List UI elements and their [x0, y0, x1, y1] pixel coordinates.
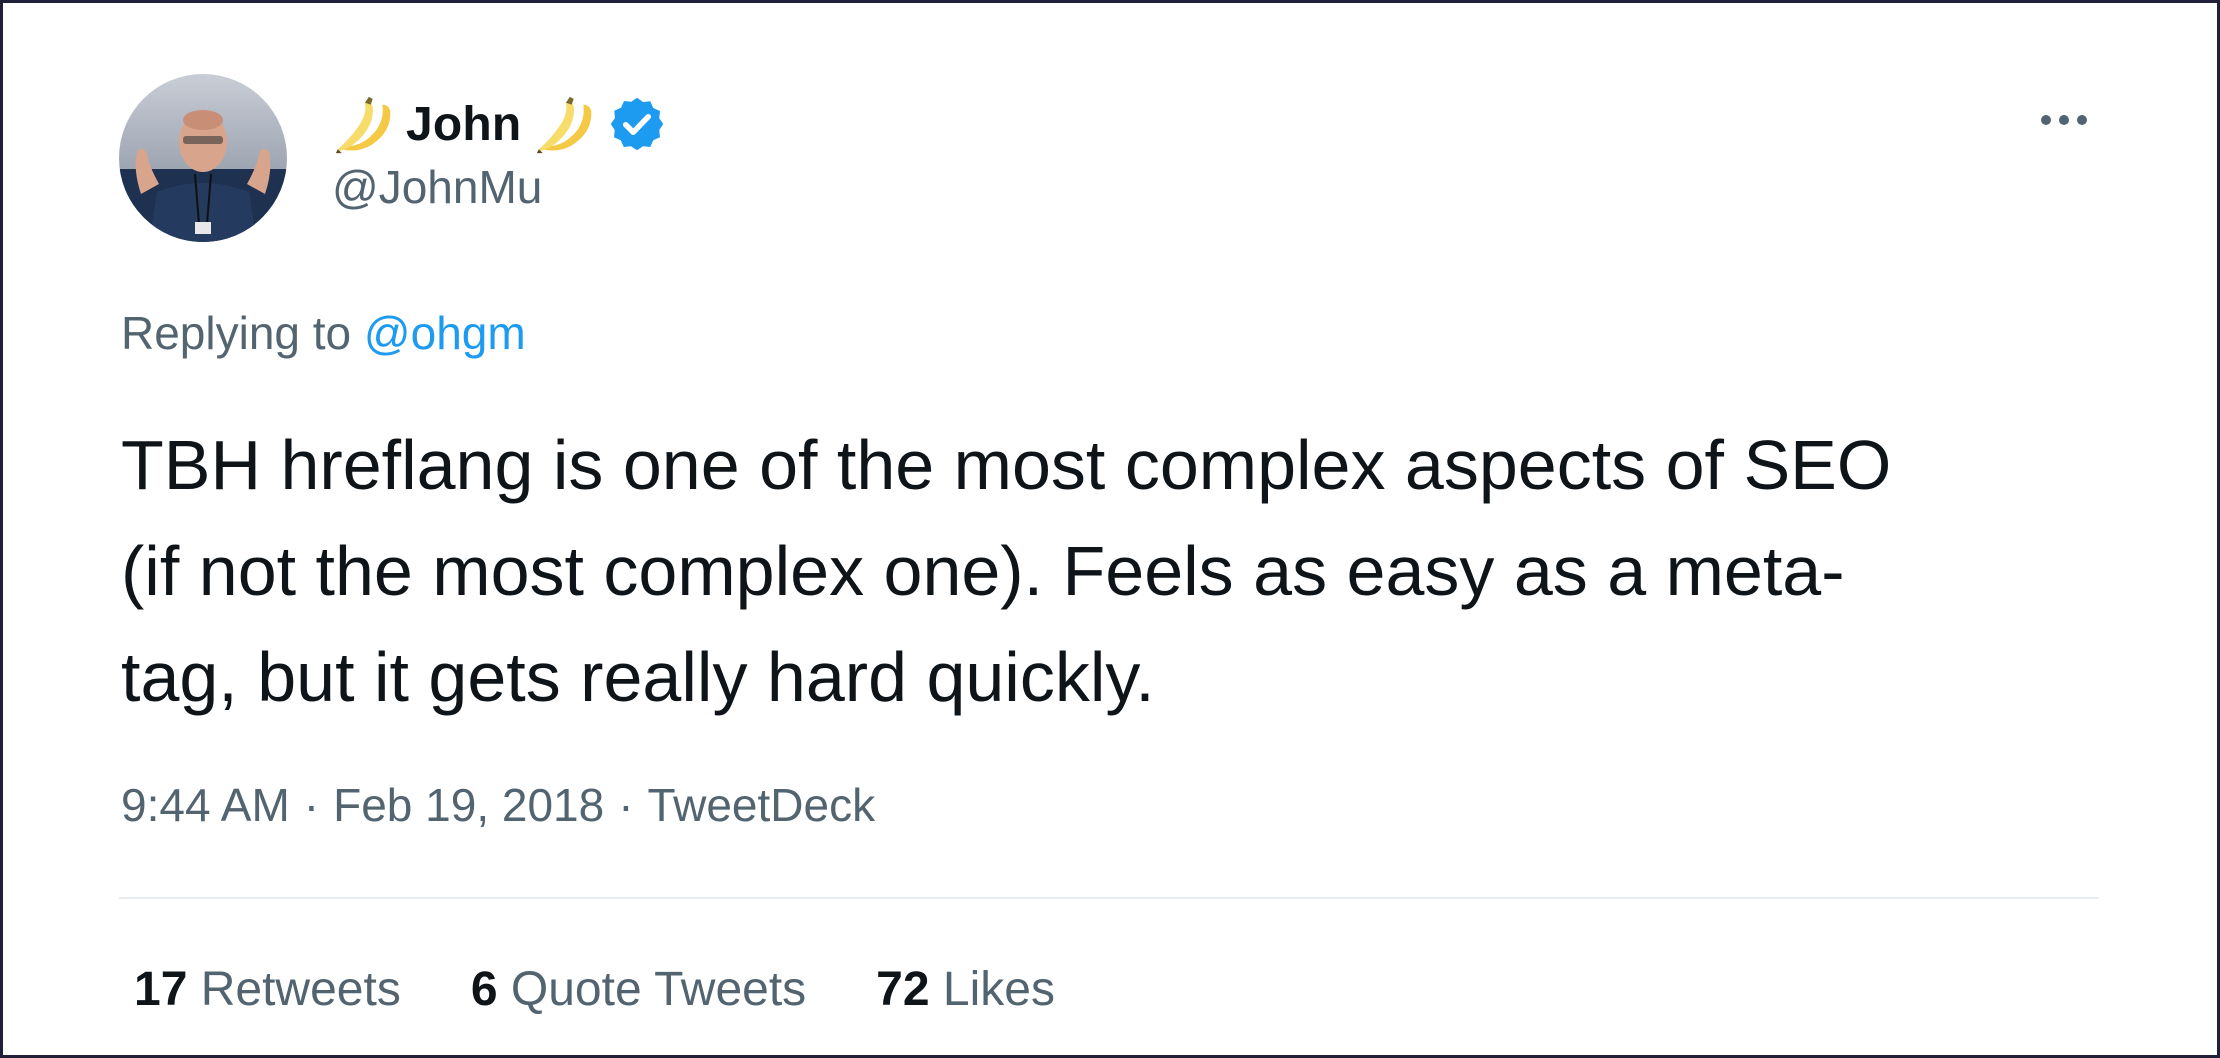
quote-tweets-label: Quote Tweets — [510, 963, 807, 1016]
tweet-time[interactable]: 9:44 AM — [121, 778, 290, 832]
tweet-source[interactable]: TweetDeck — [648, 778, 876, 832]
banana-icon — [332, 93, 394, 155]
likes-label: Likes — [942, 963, 1055, 1016]
likes-stat[interactable]: 72 Likes — [876, 962, 1055, 1017]
tweet-meta: 9:44 AM · Feb 19, 2018 · TweetDeck — [121, 778, 875, 832]
engagement-stats: 17 Retweets 6 Quote Tweets 72 Likes — [134, 962, 1055, 1017]
verified-badge-icon — [607, 94, 667, 154]
avatar[interactable] — [119, 74, 287, 242]
quote-tweets-count: 6 — [470, 963, 498, 1016]
tweet-date[interactable]: Feb 19, 2018 — [333, 778, 604, 832]
retweets-count: 17 — [134, 963, 188, 1016]
likes-count: 72 — [876, 963, 930, 1016]
author-name-row[interactable]: John — [332, 94, 667, 154]
quote-tweets-stat[interactable]: 6 Quote Tweets — [471, 962, 806, 1017]
tweet-text: TBH hreflang is one of the most complex … — [121, 426, 1892, 716]
retweets-label: Retweets — [200, 963, 401, 1016]
divider — [119, 897, 2099, 899]
author-name[interactable]: John — [406, 97, 521, 152]
replying-to: Replying to @ohgm — [121, 306, 526, 360]
more-options-icon[interactable] — [2034, 100, 2094, 140]
banana-icon — [533, 93, 595, 155]
meta-separator: · — [618, 779, 634, 831]
replying-to-link[interactable]: @ohgm — [364, 307, 526, 359]
author-handle[interactable]: @JohnMu — [332, 160, 542, 214]
replying-to-label: Replying to — [121, 307, 352, 359]
meta-separator: · — [303, 779, 320, 831]
retweets-stat[interactable]: 17 Retweets — [134, 962, 401, 1017]
